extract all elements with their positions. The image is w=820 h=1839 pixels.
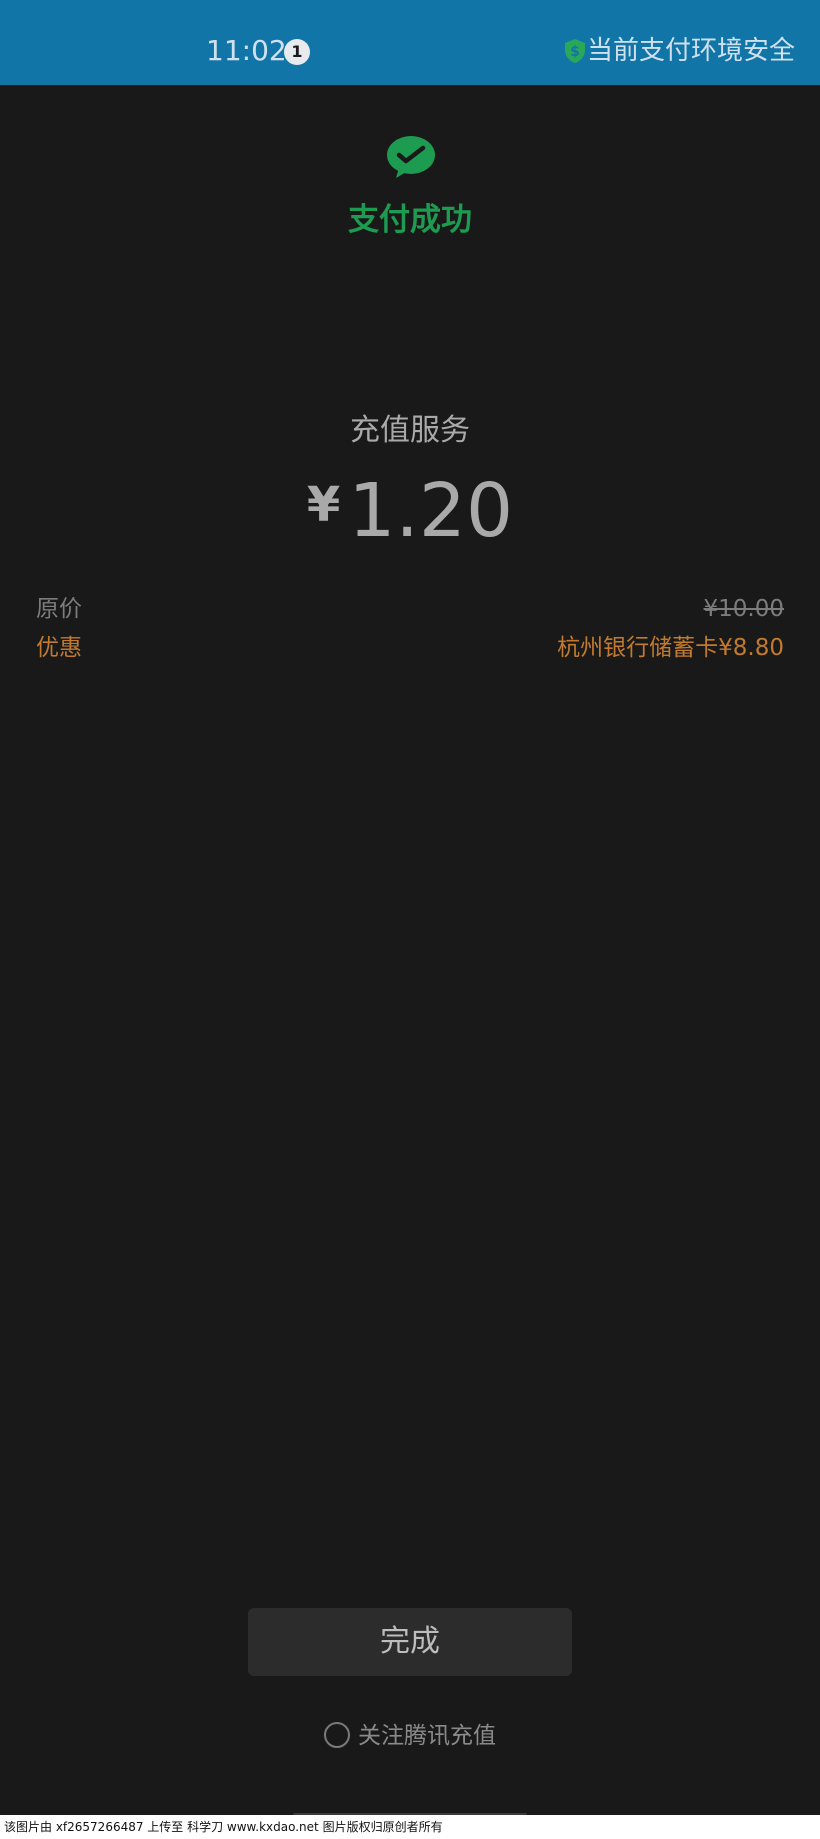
payment-safety-text: 当前支付环境安全: [587, 36, 796, 66]
amount-value: 1.20: [348, 468, 514, 554]
currency-symbol: ¥: [306, 477, 341, 533]
payment-amount: ¥1.20: [0, 466, 820, 556]
original-price-label: 原价: [36, 596, 82, 622]
discount-value: 杭州银行储蓄卡¥8.80: [557, 635, 784, 661]
discount-label: 优惠: [36, 635, 82, 661]
discount-row: 优惠 杭州银行储蓄卡¥8.80: [36, 631, 784, 665]
status-time: 11:02: [206, 34, 287, 67]
notification-badge: 1: [284, 39, 310, 65]
status-bar: 11:02 1 $ 当前支付环境安全: [0, 0, 820, 85]
service-name: 充值服务: [350, 413, 470, 448]
follow-checkbox[interactable]: [324, 1721, 350, 1748]
original-price-value: ¥10.00: [703, 596, 784, 622]
watermark-text: 该图片由 xf2657266487 上传至 科学刀 www.kxdao.net …: [0, 1815, 820, 1839]
original-price-row: 原价 ¥10.00: [36, 592, 784, 626]
shield-icon: $: [565, 39, 585, 63]
wechat-pay-icon: [387, 136, 435, 178]
follow-label: 关注腾讯充值: [358, 1723, 496, 1749]
svg-text:$: $: [570, 44, 580, 60]
follow-option[interactable]: 关注腾讯充值: [0, 1718, 820, 1754]
payment-success-title: 支付成功: [348, 202, 472, 238]
done-button[interactable]: 完成: [248, 1608, 572, 1676]
